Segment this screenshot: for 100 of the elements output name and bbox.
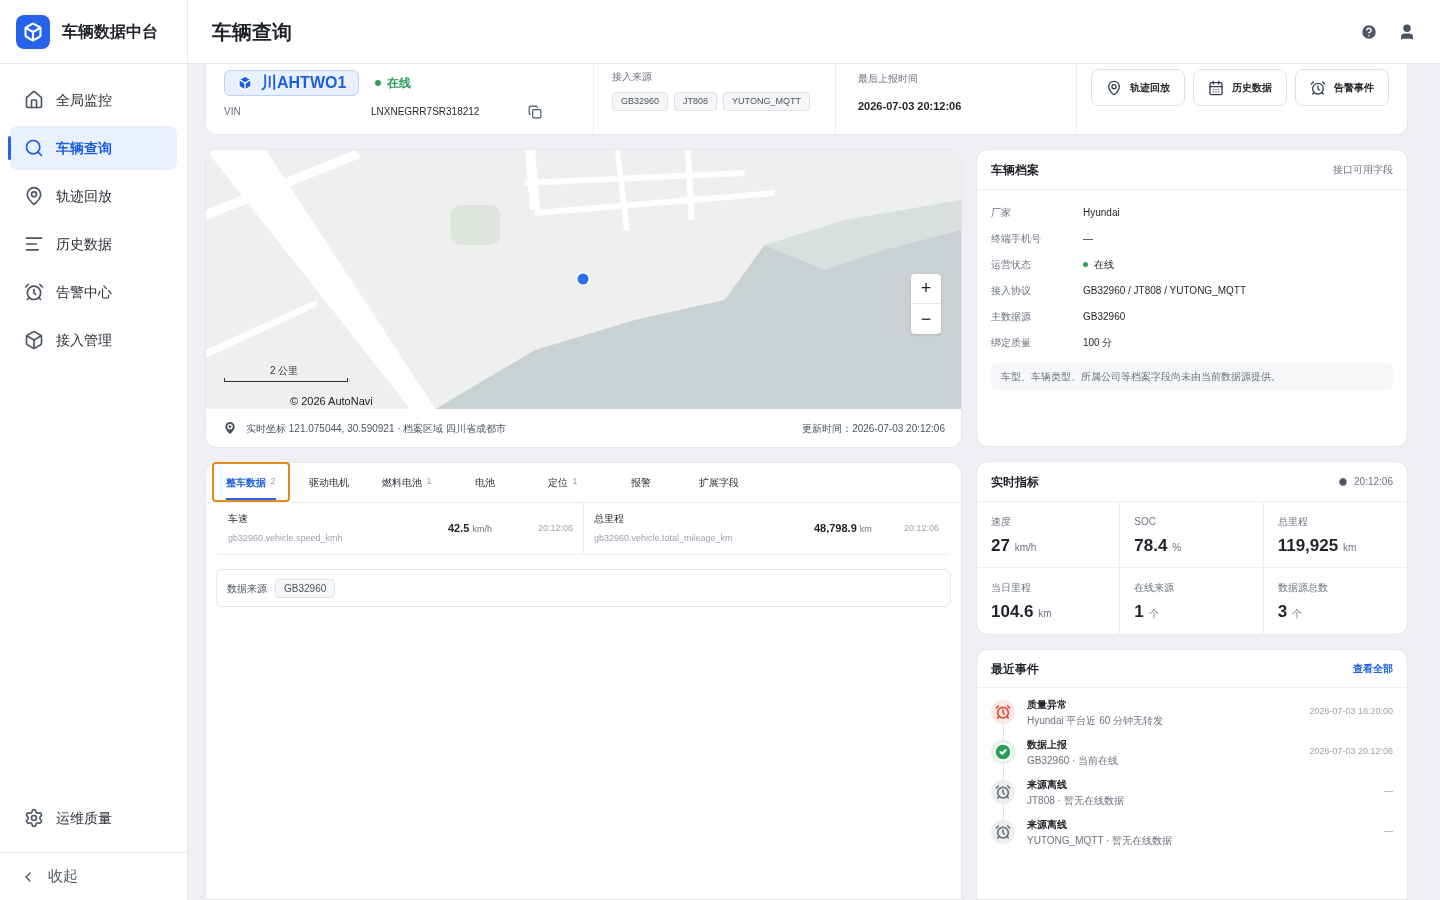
nav-item[interactable]: 接入管理 — [10, 318, 177, 362]
data-tab[interactable]: 驱动电机 — [290, 462, 368, 502]
metric-value: 119,925 km — [1277, 535, 1358, 557]
metric-value: 1 个 — [1134, 601, 1160, 623]
calendar-icon — [1208, 79, 1224, 96]
user-icon[interactable] — [1398, 22, 1416, 41]
nav-item[interactable]: 轨迹回放 — [10, 174, 177, 218]
alarm-clock-icon — [24, 282, 44, 302]
action-button[interactable]: 告警事件 — [1295, 69, 1389, 106]
nav-item[interactable]: 全局监控 — [10, 78, 177, 122]
nav-item[interactable]: 车辆查询 — [10, 126, 177, 170]
archive-label: 厂家 — [991, 205, 1012, 220]
event-title: 数据上报 — [1027, 740, 1068, 750]
home-icon — [24, 90, 44, 110]
card-title: 实时指标 — [991, 473, 1039, 491]
field-value: 42.5 km/h — [447, 521, 493, 537]
metric-label: 总里程 — [1277, 515, 1309, 529]
alarm-clock-icon — [1310, 79, 1326, 96]
data-tab[interactable]: 扩展字段 — [680, 462, 758, 502]
archive-value: 在线 — [1094, 257, 1114, 272]
help-icon[interactable] — [1360, 22, 1378, 41]
nav-item[interactable]: 运维质量 — [10, 796, 177, 840]
data-tab[interactable]: 定位 1 — [524, 462, 602, 502]
page-title: 车辆查询 — [212, 19, 292, 45]
metric-value: 104.6 km — [991, 601, 1053, 623]
source-tag: JT808 — [674, 92, 718, 111]
coordinates-text: 实时坐标 121.075044, 30.590921 · 档案区域 四川省成都市 — [246, 421, 507, 436]
metrics-time: 20:12:06 — [1354, 475, 1393, 489]
metric-value: 78.4 % — [1134, 535, 1183, 557]
field-time: 20:12:06 — [537, 521, 573, 535]
collapse-button[interactable]: 收起 — [20, 865, 78, 888]
map-attribution: © 2026 AutoNavi — [290, 394, 373, 409]
updated-time: 更新时间：2026-07-03 20:12:06 — [802, 421, 945, 436]
logo-icon — [16, 14, 50, 49]
metric-label: 速度 — [991, 515, 1012, 529]
card-title: 车辆档案 — [991, 161, 1039, 179]
event-detail: Hyundai 平台近 60 分钟无转发 — [1027, 716, 1165, 726]
map-pin-icon — [222, 420, 238, 436]
archive-note: 车型、车辆类型、所属公司等档案字段尚未由当前数据源提供。 — [991, 363, 1393, 390]
archive-label: 接入协议 — [991, 283, 1032, 298]
archive-label: 终端手机号 — [991, 231, 1042, 246]
action-button[interactable]: 轨迹回放 — [1091, 69, 1185, 106]
data-tab[interactable]: 燃料电池 1 — [368, 462, 446, 502]
data-tab[interactable]: 报警 — [602, 462, 680, 502]
event-title: 来源离线 — [1027, 780, 1068, 790]
archive-label: 运营状态 — [991, 257, 1032, 272]
field-value: 48,798.9 km — [813, 521, 873, 537]
action-button[interactable]: 历史数据 — [1193, 69, 1287, 106]
archive-label: 绑定质量 — [991, 335, 1032, 350]
archive-value: — — [1083, 231, 1093, 246]
nav-item[interactable]: 历史数据 — [10, 222, 177, 266]
settings-icon — [24, 808, 44, 828]
copy-icon[interactable] — [528, 104, 542, 119]
bars-icon — [24, 234, 44, 254]
data-source-tag: GB32960 — [275, 578, 336, 598]
archive-value: GB32960 — [1083, 309, 1126, 324]
source-tag: GB32960 — [612, 92, 669, 111]
metric-value: 27 km/h — [991, 535, 1038, 557]
field-key: gb32960.vehicle.speed_kmh — [228, 532, 448, 546]
plate-badge: 川AHTWO1 — [224, 70, 360, 96]
event-time: — — [1384, 825, 1393, 838]
data-tab[interactable]: 电池 — [446, 462, 524, 502]
sources-label: 接入来源 — [612, 70, 653, 84]
source-tag: YUTONG_MQTT — [723, 92, 810, 111]
metric-label: SOC — [1134, 515, 1157, 529]
last-report-label: 最后上报时间 — [858, 72, 919, 86]
data-source-label: 数据来源 — [227, 581, 267, 596]
nav-item[interactable]: 告警中心 — [10, 270, 177, 314]
metric-label: 当日里程 — [991, 581, 1032, 595]
archive-label: 主数据源 — [991, 309, 1032, 324]
scale-label: 2 公里 — [270, 364, 299, 378]
field-time: 20:12:06 — [903, 521, 939, 535]
event-title: 质量异常 — [1027, 700, 1068, 710]
archive-value: Hyundai — [1083, 205, 1120, 220]
metric-value: 3 个 — [1277, 601, 1303, 623]
status-text: 在线 — [375, 74, 412, 92]
zoom-in-button[interactable]: + — [911, 274, 941, 304]
event-title: 来源离线 — [1027, 820, 1068, 830]
card-title: 最近事件 — [991, 660, 1039, 678]
event-detail: YUTONG_MQTT · 暂无在线数据 — [1027, 836, 1174, 846]
check-circle-icon — [991, 740, 1015, 764]
data-tab[interactable]: 整车数据 2 — [212, 462, 290, 502]
alarm-clock-icon — [991, 700, 1015, 724]
vin-label: VIN — [224, 105, 242, 119]
metric-label: 数据源总数 — [1277, 581, 1329, 595]
last-report-time: 2026-07-03 20:12:06 — [858, 99, 963, 114]
event-time: 2026-07-03 20:12:06 — [1309, 745, 1393, 758]
zoom-out-button[interactable]: − — [911, 304, 941, 334]
event-detail: JT808 · 暂无在线数据 — [1027, 796, 1125, 806]
card-hint: 接口可用字段 — [1333, 163, 1393, 177]
metric-label: 在线来源 — [1134, 581, 1176, 595]
field-name: 总里程 — [594, 512, 625, 527]
field-key: gb32960.vehicle.total_mileage_km — [594, 532, 814, 546]
alarm-clock-icon — [991, 820, 1015, 844]
event-time: 2026-07-03 18:20:00 — [1309, 705, 1393, 718]
event-time: — — [1384, 785, 1393, 798]
view-all-link[interactable]: 查看全部 — [1353, 661, 1393, 676]
search-icon — [24, 138, 44, 158]
alarm-clock-icon — [991, 780, 1015, 804]
map-pin-icon — [1106, 79, 1122, 96]
